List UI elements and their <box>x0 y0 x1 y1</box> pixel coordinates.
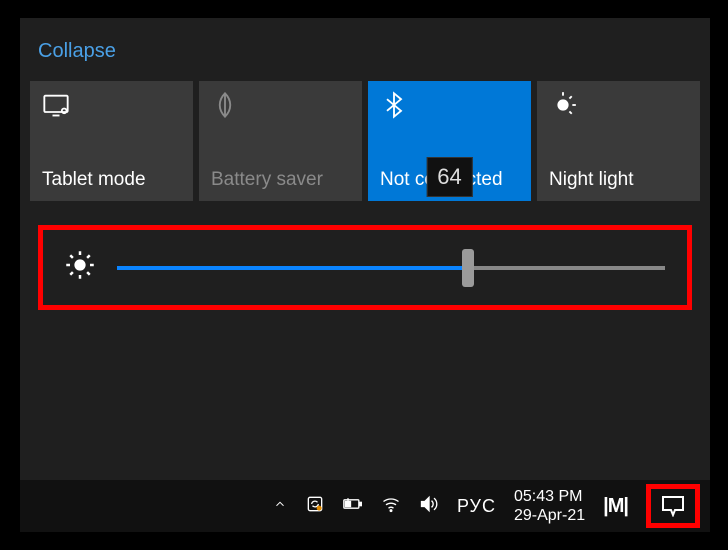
tile-battery-saver[interactable]: Battery saver <box>199 81 362 201</box>
sync-icon[interactable] <box>305 494 325 519</box>
bluetooth-icon <box>380 91 408 119</box>
tile-tablet-mode[interactable]: Tablet mode <box>30 81 193 201</box>
battery-icon[interactable] <box>343 494 363 519</box>
ime-language[interactable]: РУС <box>457 496 496 517</box>
tile-bluetooth[interactable]: Not connected 64 <box>368 81 531 201</box>
system-tray: РУС 05:43 PM 29-Apr-21 |M| <box>273 484 710 528</box>
night-light-icon <box>549 91 577 119</box>
taskbar: РУС 05:43 PM 29-Apr-21 |M| <box>20 480 710 532</box>
clock-time: 05:43 PM <box>514 487 585 506</box>
tray-overflow-chevron[interactable] <box>273 497 287 516</box>
brightness-slider-container <box>38 225 692 310</box>
leaf-icon <box>211 91 239 119</box>
tile-label: Night light <box>549 169 688 191</box>
brightness-slider[interactable] <box>117 265 665 271</box>
volume-icon[interactable] <box>419 494 439 519</box>
quick-action-tiles: Tablet mode Battery saver Not connected … <box>20 63 710 201</box>
tablet-icon <box>42 91 70 119</box>
brightness-tooltip: 64 <box>426 157 472 197</box>
collapse-button[interactable]: Collapse <box>20 18 710 63</box>
tile-label: Battery saver <box>211 169 350 191</box>
brand-logo[interactable]: |M| <box>603 495 628 518</box>
taskbar-clock[interactable]: 05:43 PM 29-Apr-21 <box>514 487 585 525</box>
tile-night-light[interactable]: Night light <box>537 81 700 201</box>
action-center-panel: Collapse Tablet mode Battery saver Not c… <box>20 18 710 480</box>
action-center-button[interactable] <box>646 484 700 528</box>
wifi-icon[interactable] <box>381 494 401 519</box>
clock-date: 29-Apr-21 <box>514 506 585 525</box>
brightness-icon <box>65 250 95 285</box>
tile-label: Tablet mode <box>42 169 181 191</box>
slider-thumb[interactable] <box>462 249 474 287</box>
slider-fill <box>117 266 468 270</box>
